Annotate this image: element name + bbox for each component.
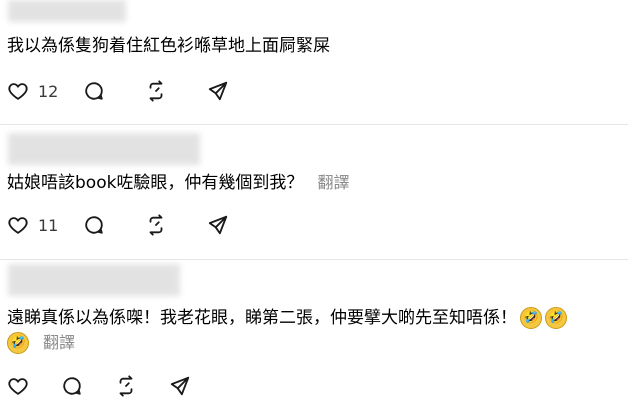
reply-button[interactable]	[58, 372, 86, 400]
like-button[interactable]	[4, 372, 32, 400]
share-button[interactable]	[204, 211, 232, 239]
send-icon	[209, 81, 228, 101]
translate-link[interactable]: 翻譯	[317, 173, 349, 192]
action-bar: 11	[4, 211, 232, 239]
send-icon	[170, 376, 190, 396]
repost-icon	[149, 80, 163, 102]
post-text: 姑娘唔該book咗驗眼，仲有幾個到我？ 翻譯	[7, 171, 349, 195]
repost-icon	[149, 214, 163, 236]
post-body: 遠睇真係以為係㗎！我老花眼，睇第二張，仲要擘大啲先至知唔係！	[7, 308, 517, 328]
blurred-username	[8, 0, 126, 22]
heart-icon	[8, 217, 28, 234]
rofl-emoji: 🤣	[7, 332, 29, 354]
share-button[interactable]	[204, 77, 232, 105]
comment-icon	[85, 216, 104, 234]
like-count: 12	[38, 81, 59, 101]
reply-button[interactable]	[80, 77, 108, 105]
post-body: 姑娘唔該book咗驗眼，仲有幾個到我？	[7, 173, 304, 193]
post-text: 遠睇真係以為係㗎！我老花眼，睇第二張，仲要擘大啲先至知唔係！ 🤣 🤣	[7, 306, 567, 330]
like-button[interactable]	[4, 211, 32, 239]
repost-button[interactable]	[142, 211, 170, 239]
repost-button[interactable]	[142, 77, 170, 105]
heart-icon	[8, 378, 28, 395]
post-text: 我以為係隻狗着住紅色衫喺草地上面屙緊屎	[7, 36, 330, 56]
comment-icon	[63, 377, 81, 395]
send-icon	[209, 215, 228, 235]
post-text-line2: 🤣 翻譯	[7, 331, 75, 355]
like-button[interactable]	[4, 77, 32, 105]
comment-icon	[85, 82, 104, 100]
like-count: 11	[38, 215, 59, 235]
blurred-username	[8, 264, 180, 296]
action-bar: 12	[4, 77, 232, 105]
rofl-emoji: 🤣	[520, 307, 542, 329]
rofl-emoji: 🤣	[545, 307, 567, 329]
reply-button[interactable]	[80, 211, 108, 239]
repost-button[interactable]	[112, 372, 140, 400]
post-1: 我以為係隻狗着住紅色衫喺草地上面屙緊屎 12	[0, 0, 628, 124]
heart-icon	[8, 83, 28, 100]
repost-icon	[119, 375, 133, 397]
translate-link[interactable]: 翻譯	[43, 333, 75, 352]
post-2: 姑娘唔該book咗驗眼，仲有幾個到我？ 翻譯 11	[0, 125, 628, 259]
share-button[interactable]	[166, 372, 194, 400]
blurred-username	[8, 133, 200, 165]
action-bar	[4, 372, 194, 400]
post-3: 遠睇真係以為係㗎！我老花眼，睇第二張，仲要擘大啲先至知唔係！ 🤣 🤣 🤣 翻譯	[0, 260, 628, 415]
